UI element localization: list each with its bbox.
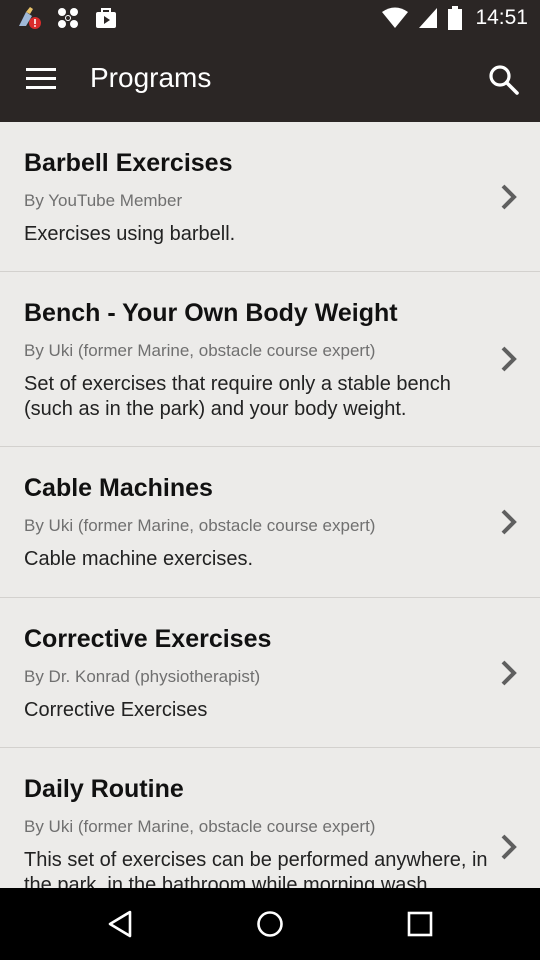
program-author: By Uki (former Marine, obstacle course e… — [24, 817, 376, 836]
program-author: By Dr. Konrad (physiotherapist) — [24, 667, 261, 686]
page-title: Programs — [90, 62, 212, 93]
cleaner-notification-icon — [19, 7, 41, 29]
program-description: Cable machine exercises. — [24, 548, 253, 570]
program-description: Corrective Exercises — [24, 699, 208, 721]
program-author: By YouTube Member — [24, 191, 183, 210]
chevron-right-icon — [501, 660, 517, 686]
chevron-right-icon — [501, 509, 517, 535]
program-item-barbell-exercises[interactable]: Barbell Exercises By YouTube Member Exer… — [0, 122, 540, 272]
notification-icons — [16, 6, 118, 30]
program-description: Set of exercises that require only a sta… — [24, 373, 451, 420]
cell-signal-icon — [419, 8, 438, 28]
home-icon[interactable] — [254, 908, 286, 940]
program-item-daily-routine[interactable]: Daily Routine By Uki (former Marine, obs… — [0, 748, 540, 888]
program-title: Bench - Your Own Body Weight — [24, 299, 398, 327]
program-item-cable-machines[interactable]: Cable Machines By Uki (former Marine, ob… — [0, 447, 540, 598]
chevron-right-icon — [501, 834, 517, 860]
program-author: By Uki (former Marine, obstacle course e… — [24, 516, 376, 535]
program-list[interactable]: Barbell Exercises By YouTube Member Exer… — [0, 122, 540, 888]
app-bar: Programs — [0, 38, 540, 122]
navigation-bar — [0, 888, 540, 960]
chevron-right-icon — [501, 346, 517, 372]
program-title: Cable Machines — [24, 474, 213, 502]
program-item-corrective-exercises[interactable]: Corrective Exercises By Dr. Konrad (phys… — [0, 598, 540, 748]
status-bar: 14:51 — [0, 0, 540, 38]
program-title: Daily Routine — [24, 775, 184, 803]
program-author: By Uki (former Marine, obstacle course e… — [24, 341, 376, 360]
pinwheel-app-icon — [58, 8, 78, 28]
media-app-icon — [96, 8, 116, 28]
back-icon[interactable] — [104, 908, 136, 940]
search-icon[interactable] — [488, 64, 520, 96]
wifi-icon — [382, 7, 409, 28]
program-description: This set of exercises can be performed a… — [24, 849, 488, 888]
program-description: Exercises using barbell. — [24, 223, 236, 245]
chevron-right-icon — [501, 184, 517, 210]
hamburger-menu-icon[interactable] — [26, 66, 58, 92]
system-icons: 14:51 — [381, 5, 528, 31]
battery-icon — [448, 6, 463, 30]
recents-icon[interactable] — [404, 908, 436, 940]
program-title: Barbell Exercises — [24, 149, 233, 177]
program-title: Corrective Exercises — [24, 625, 272, 653]
program-item-bench-body-weight[interactable]: Bench - Your Own Body Weight By Uki (for… — [0, 272, 540, 447]
status-time: 14:51 — [475, 6, 528, 29]
